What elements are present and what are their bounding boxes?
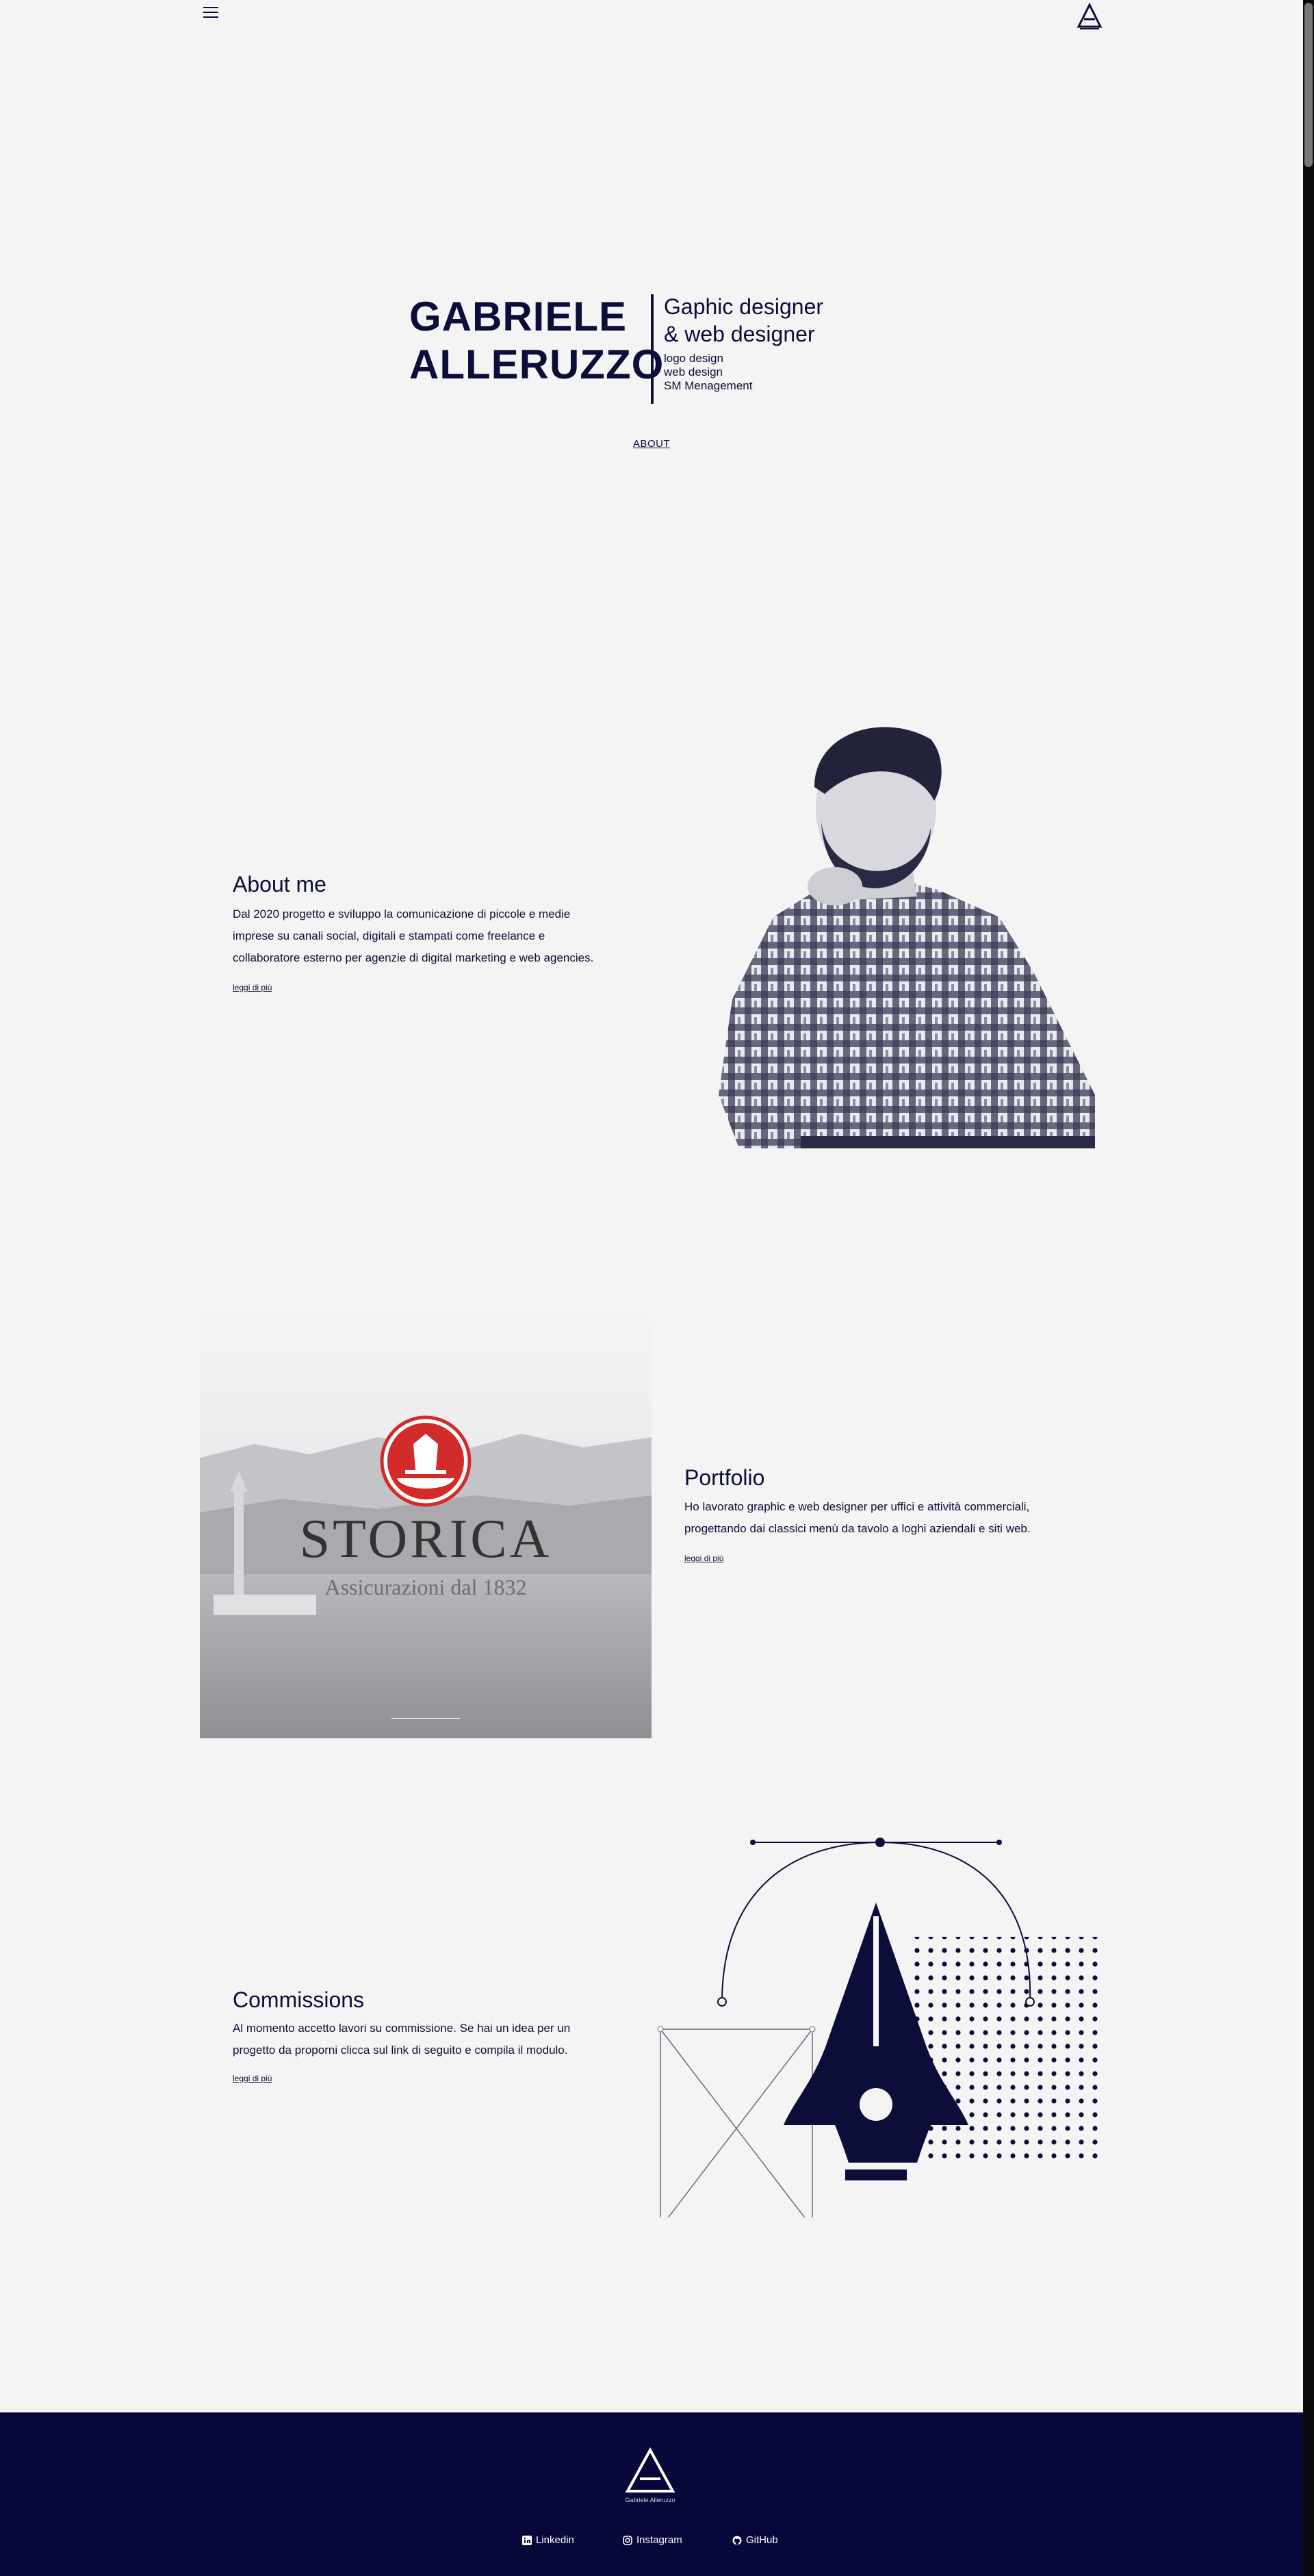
linkedin-link[interactable]: Linkedin	[522, 2534, 574, 2546]
about-read-more-link[interactable]: leggi di più	[233, 983, 272, 992]
hero-name: GABRIELE ALLERUZZO	[409, 293, 664, 389]
about-link[interactable]: ABOUT	[633, 438, 670, 450]
storica-brand-title: STORICA	[300, 1509, 552, 1569]
instagram-link[interactable]: Instagram	[623, 2534, 682, 2546]
about-text-line: Dal 2020 progetto e sviluppo la comunica…	[233, 907, 571, 920]
portfolio-read-more-link[interactable]: leggi di più	[684, 1554, 723, 1563]
hero-role-line2: & web designer	[664, 322, 815, 346]
about-text-line: collaboratore esterno per agenzie di dig…	[233, 951, 594, 964]
hero-role: Gaphic designer & web designer	[664, 293, 823, 348]
commissions-text-line: progetto da proporni clicca sul link di …	[233, 2044, 568, 2057]
hamburger-menu-icon[interactable]	[203, 7, 218, 19]
skill-item: SM Menagement	[664, 379, 753, 392]
hero-divider	[651, 294, 654, 404]
skill-item: web design	[664, 365, 723, 378]
footer-logo-caption: Gabriele Alleruzzo	[625, 2497, 675, 2503]
portfolio-text-line: Ho lavorato graphic e web designer per u…	[684, 1500, 1030, 1513]
portfolio-text-line: progettando dai classici menù da tavolo …	[684, 1522, 1031, 1535]
linkedin-icon	[522, 2535, 532, 2545]
storica-brand-image: STORICA Assicurazioni dal 1832	[200, 1287, 652, 1738]
github-label: GitHub	[746, 2534, 778, 2546]
footer-logo[interactable]: Gabriele Alleruzzo	[619, 2446, 681, 2505]
commissions-title: Commissions	[233, 1987, 365, 2012]
hero-name-line1: GABRIELE	[409, 294, 628, 339]
hero-skills: logo design web design SM Menagement	[664, 352, 752, 393]
skill-item: logo design	[664, 352, 723, 365]
commissions-text-line: Al momento accetto lavori su commissione…	[233, 2022, 571, 2035]
ag-monogram-logo[interactable]	[1076, 3, 1103, 30]
pen-tool-illustration	[657, 1838, 1102, 2217]
github-link[interactable]: GitHub	[732, 2534, 778, 2546]
portfolio-text: Ho lavorato graphic e web designer per u…	[684, 1496, 1068, 1540]
about-title: About me	[233, 872, 326, 897]
linkedin-label: Linkedin	[536, 2534, 574, 2546]
about-text-line: imprese su canali social, digitali e sta…	[233, 929, 545, 942]
portfolio-image-card[interactable]: STORICA Assicurazioni dal 1832	[200, 1287, 652, 1738]
page-scrollbar[interactable]	[1303, 0, 1314, 2576]
about-text: Dal 2020 progetto e sviluppo la comunica…	[233, 903, 616, 969]
portfolio-title: Portfolio	[684, 1465, 765, 1490]
hero-name-line2: ALLERUZZO	[409, 342, 665, 387]
instagram-icon	[623, 2535, 632, 2545]
portrait-photo	[719, 727, 1095, 1148]
commissions-read-more-link[interactable]: leggi di più	[233, 2074, 272, 2083]
hero-role-line1: Gaphic designer	[664, 294, 824, 319]
github-icon	[732, 2536, 742, 2545]
commissions-text: Al momento accetto lavori su commissione…	[233, 2018, 616, 2061]
scrollbar-thumb[interactable]	[1304, 3, 1313, 167]
instagram-label: Instagram	[636, 2534, 682, 2546]
storica-brand-subtitle: Assicurazioni dal 1832	[324, 1575, 526, 1599]
